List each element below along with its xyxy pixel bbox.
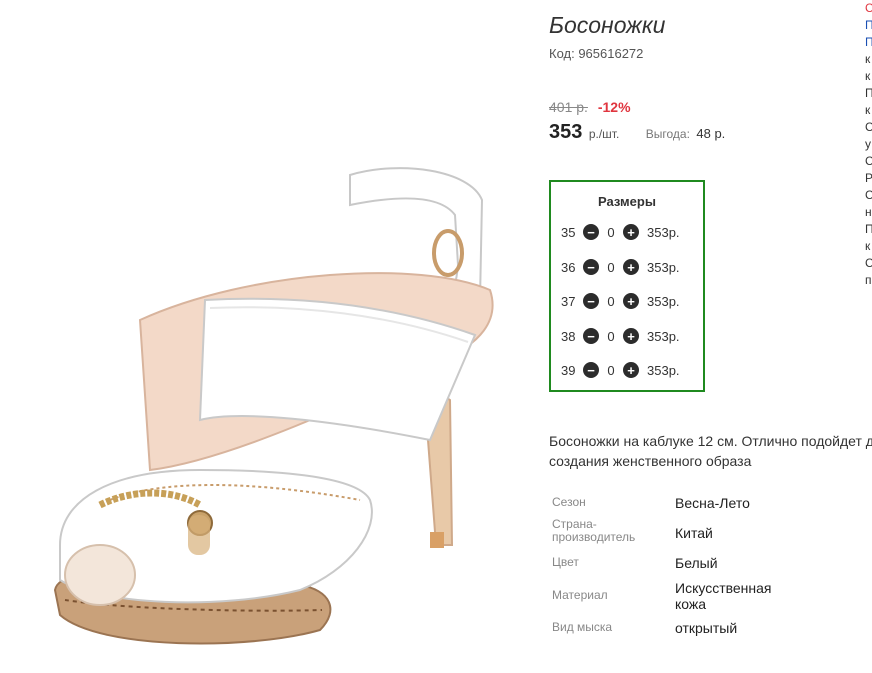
- quantity-value: 0: [607, 224, 615, 240]
- plus-icon[interactable]: +: [623, 224, 639, 240]
- side-letter: П: [865, 86, 872, 100]
- product-image[interactable]: [0, 0, 545, 673]
- sizes-panel: Размеры 35 − 0 + 353р. 36 − 0 + 353р. 37…: [549, 180, 705, 392]
- old-price: 401 р.: [549, 99, 588, 115]
- side-letter: у: [865, 137, 871, 151]
- product-description: Босоножки на каблуке 12 см. Отлично подо…: [549, 431, 872, 471]
- product-code: Код: 965616272: [549, 46, 644, 61]
- side-letter: П: [865, 18, 872, 32]
- minus-icon[interactable]: −: [583, 293, 599, 309]
- side-letter: П: [865, 35, 872, 49]
- size-price: 353р.: [647, 259, 680, 275]
- side-letter: н: [865, 205, 872, 219]
- plus-icon[interactable]: +: [623, 328, 639, 344]
- quantity-value: 0: [607, 328, 615, 344]
- size-price: 353р.: [647, 328, 680, 344]
- size-label: 38: [561, 328, 576, 344]
- quantity-value: 0: [607, 362, 615, 378]
- price-unit: р./шт.: [588, 127, 620, 141]
- size-label: 36: [561, 259, 576, 275]
- savings-value: 48 р.: [696, 126, 726, 141]
- side-letter: С: [865, 120, 872, 134]
- plus-icon[interactable]: +: [623, 293, 639, 309]
- side-letter: к: [865, 103, 871, 117]
- side-letter: С: [865, 188, 872, 202]
- description-line: создания женственного образа: [549, 453, 752, 469]
- spec-label: Цвет: [552, 555, 579, 569]
- size-price: 353р.: [647, 224, 680, 240]
- sizes-title: Размеры: [598, 194, 656, 209]
- spec-value: Искусственная кожа: [675, 580, 772, 612]
- size-row-39: 39 − 0 + 353р.: [561, 360, 680, 380]
- spec-value: Китай: [675, 525, 713, 541]
- plus-icon[interactable]: +: [623, 362, 639, 378]
- size-label: 35: [561, 224, 576, 240]
- spec-label: Сезон: [552, 495, 586, 509]
- side-letter: к: [865, 52, 871, 66]
- savings-label: Выгода:: [645, 127, 690, 141]
- product-title: Босоножки: [549, 12, 666, 38]
- size-row-38: 38 − 0 + 353р.: [561, 326, 680, 346]
- current-price: 353: [549, 121, 583, 143]
- quantity-value: 0: [607, 293, 615, 309]
- sandal-illustration: [53, 167, 494, 645]
- discount-badge: -12%: [597, 99, 631, 115]
- size-price: 353р.: [647, 293, 680, 309]
- side-letter: С: [865, 256, 872, 270]
- side-letter: С: [865, 154, 872, 168]
- price-row: 353 р./шт. Выгода: 48 р.: [549, 121, 725, 144]
- minus-icon[interactable]: −: [583, 328, 599, 344]
- side-letter: п: [865, 273, 872, 287]
- minus-icon[interactable]: −: [583, 224, 599, 240]
- size-label: 37: [561, 293, 576, 309]
- description-line: Босоножки на каблуке 12 см. Отлично подо…: [549, 433, 872, 449]
- quantity-value: 0: [607, 259, 615, 275]
- minus-icon[interactable]: −: [583, 362, 599, 378]
- plus-icon[interactable]: +: [623, 259, 639, 275]
- old-price-row: 401 р. -12%: [549, 99, 631, 115]
- spec-value: Весна-Лето: [675, 495, 750, 511]
- spec-label: Вид мыска: [552, 620, 613, 634]
- side-text-fragment: С П П к к П к С у С Р С н П к С п: [865, 0, 872, 289]
- spec-label: Страна-производитель: [552, 517, 636, 544]
- size-row-37: 37 − 0 + 353р.: [561, 291, 680, 311]
- spec-value: Белый: [675, 555, 718, 571]
- size-price: 353р.: [647, 362, 680, 378]
- side-letter: к: [865, 239, 871, 253]
- side-letter: С: [865, 1, 872, 15]
- side-letter: П: [865, 222, 872, 236]
- spec-value: открытый: [675, 620, 738, 636]
- side-letter: Р: [865, 171, 872, 185]
- side-letter: к: [865, 69, 871, 83]
- size-row-36: 36 − 0 + 353р.: [561, 257, 680, 277]
- minus-icon[interactable]: −: [583, 259, 599, 275]
- size-row-35: 35 − 0 + 353р.: [561, 222, 680, 242]
- spec-label: Материал: [552, 588, 608, 602]
- size-label: 39: [561, 362, 576, 378]
